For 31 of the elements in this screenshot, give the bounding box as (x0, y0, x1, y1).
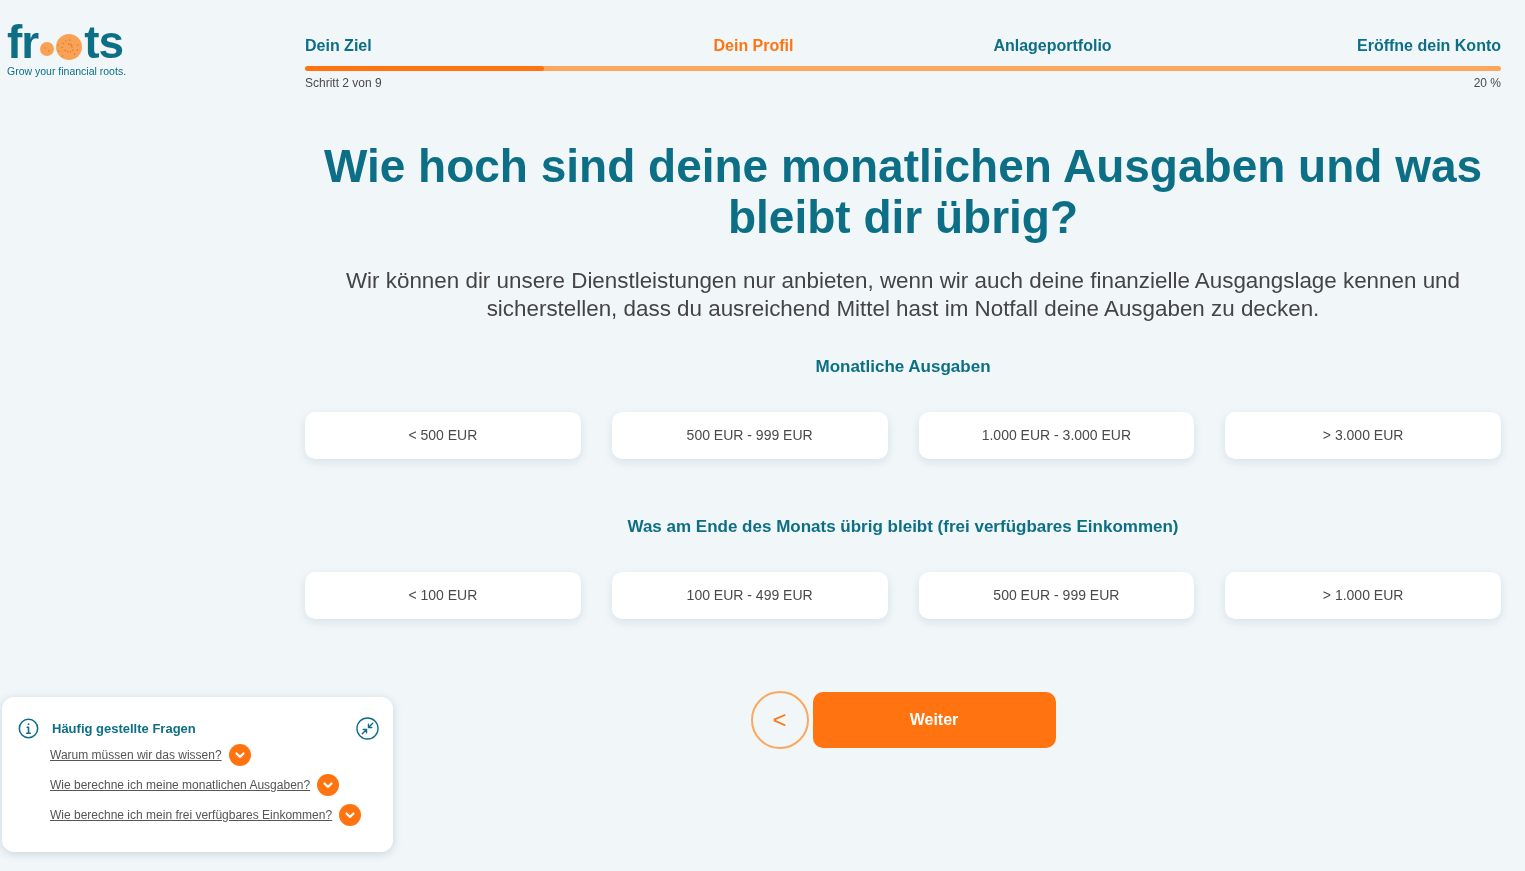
step-label: Anlageportfolio (993, 36, 1112, 56)
step-label: Dein Profil (713, 36, 794, 56)
question-description: Wir können dir unsere Dienstleistungen nur anbieten, wenn wir auch deine finanzielle Ausgangslage kennen und sicherstellen, dass du ausreichend Mittel hast im Notfall deine Ausgaben zu decken. (344, 267, 1461, 323)
group-heading: Monatliche Ausgaben (815, 356, 991, 378)
chevron-down-icon[interactable] (228, 744, 251, 766)
step-counter: Schritt 2 von 9 (305, 75, 382, 92)
faq-link[interactable]: Wie berechne ich meine monatlichen Ausgaben? (50, 776, 311, 794)
option-button[interactable]: < 100 EUR (305, 572, 581, 619)
question-title: Wie hoch sind deine monatlichen Ausgaben und was bleibt dir übrig? (322, 141, 1484, 243)
faq-link[interactable]: Wie berechne ich mein frei verfügbares Einkommen? (50, 806, 333, 824)
logo-text: fr (7, 24, 39, 61)
chevron-down-icon[interactable] (339, 804, 362, 826)
chevron-down-icon[interactable] (317, 774, 340, 796)
step-label: Eröffne dein Konto (1357, 36, 1501, 56)
option-button[interactable]: 500 EUR - 999 EUR (918, 572, 1195, 619)
faq-title: Häufig gestellte Fragen (52, 719, 196, 738)
info-icon (18, 718, 39, 739)
option-button[interactable]: > 3.000 EUR (1225, 412, 1501, 459)
minimize-icon[interactable] (356, 717, 379, 740)
option-button[interactable]: < 500 EUR (305, 412, 581, 459)
logo-tagline: Grow your financial roots. (7, 64, 127, 79)
dotted-circles-icon (39, 31, 84, 61)
step-label: Dein Ziel (305, 36, 372, 56)
option-button[interactable]: 1.000 EUR - 3.000 EUR (918, 412, 1195, 459)
logo-text: ts (84, 24, 124, 61)
group-heading: Was am Ende des Monats übrig bleibt (frei verfügbares Einkommen) (627, 516, 1179, 538)
option-button[interactable]: > 1.000 EUR (1225, 572, 1501, 619)
progress-percent: 20 % (1473, 75, 1501, 92)
option-button[interactable]: 100 EUR - 499 EUR (611, 572, 888, 619)
faq-link[interactable]: Warum müssen wir das wissen? (50, 746, 222, 764)
option-button[interactable]: 500 EUR - 999 EUR (611, 412, 888, 459)
